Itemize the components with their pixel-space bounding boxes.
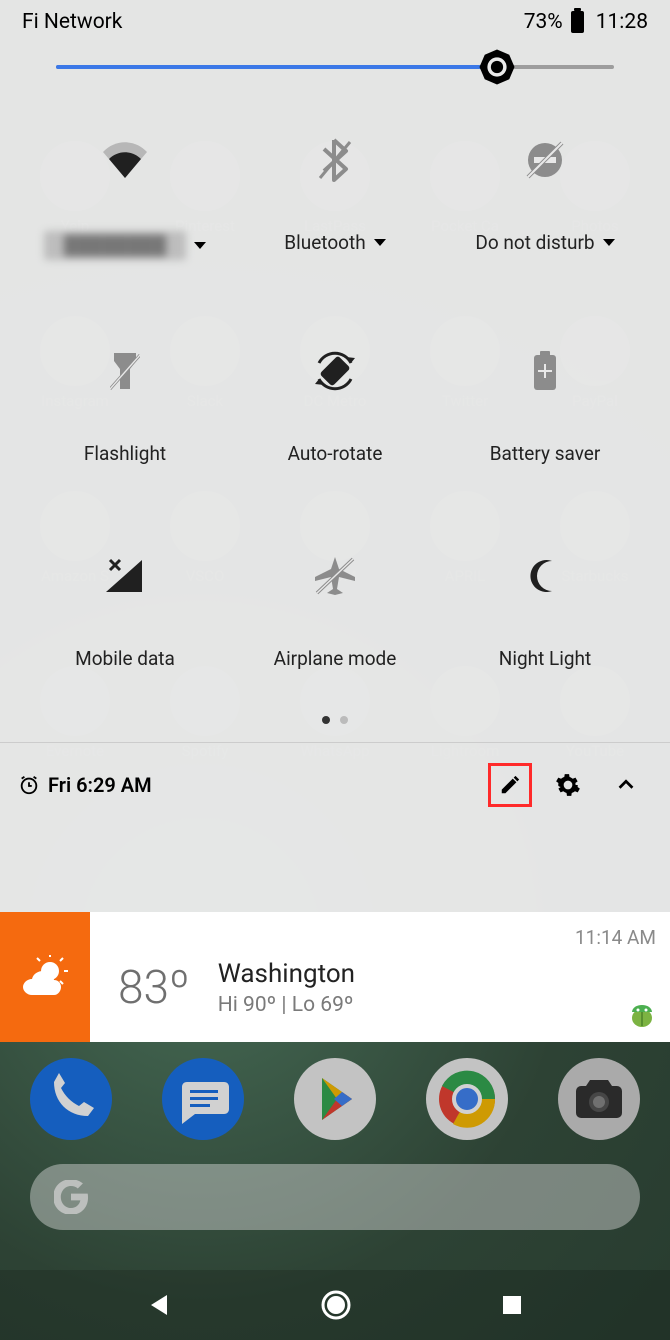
qs-tile-label: Battery saver — [490, 442, 601, 465]
qs-tile-autorotate[interactable]: Auto-rotate — [230, 350, 440, 465]
weather-city: Washington — [218, 959, 355, 989]
qs-tile-label: Airplane mode — [274, 647, 397, 670]
weather-app-icon-area — [0, 912, 90, 1042]
mobile-data-icon — [104, 556, 146, 596]
chrome-icon[interactable] — [426, 1058, 508, 1140]
alarm-label: Fri 6:29 AM — [48, 773, 152, 797]
page-indicator — [0, 710, 670, 742]
google-g-icon — [54, 1180, 88, 1214]
status-clock: 11:28 — [596, 10, 648, 34]
qs-tile-label: Flashlight — [84, 442, 166, 465]
battery-saver-icon — [532, 350, 558, 392]
flashlight-off-icon — [110, 349, 140, 393]
weather-notification[interactable]: 11:14 AM 83º Washington Hi 90º | Lo 69º — [0, 912, 670, 1042]
weather-temp: 83º — [118, 961, 190, 1015]
qs-tile-airplane[interactable]: Airplane mode — [230, 555, 440, 670]
qs-tile-label: Bluetooth — [284, 231, 365, 254]
autorotate-icon — [311, 347, 359, 395]
quick-settings-panel: Fi Network 73% 11:28 — [0, 0, 670, 912]
qs-tile-wifi-label: ████████ — [44, 231, 186, 260]
qs-tiles-grid: ████████ Bluetooth — [0, 99, 670, 710]
phone-app-icon[interactable] — [30, 1058, 112, 1140]
airplane-off-icon — [313, 555, 357, 597]
gear-icon — [555, 772, 581, 798]
qs-tile-bluetooth[interactable]: Bluetooth — [230, 139, 440, 260]
qs-tile-night-light[interactable]: Night Light — [440, 555, 650, 670]
android-bug-icon — [628, 1002, 656, 1030]
nav-home-button[interactable] — [319, 1288, 353, 1322]
battery-icon — [571, 11, 584, 33]
collapse-button[interactable] — [604, 763, 648, 807]
qs-tile-label: Mobile data — [75, 647, 175, 670]
notification-time: 11:14 AM — [118, 926, 656, 949]
page-dot — [340, 716, 348, 724]
next-alarm[interactable]: Fri 6:29 AM — [18, 773, 152, 797]
qs-tile-label: Auto-rotate — [288, 442, 383, 465]
qs-tile-label: Do not disturb — [475, 231, 594, 254]
status-bar: Fi Network 73% 11:28 — [0, 0, 670, 40]
weather-sun-cloud-icon — [20, 955, 70, 999]
camera-icon[interactable] — [558, 1058, 640, 1140]
navigation-bar — [0, 1270, 670, 1340]
settings-button[interactable] — [546, 763, 590, 807]
qs-tile-mobile-data[interactable]: Mobile data — [20, 555, 230, 670]
page-dot-active — [322, 716, 330, 724]
chevron-down-icon — [603, 239, 615, 246]
qs-tile-wifi[interactable]: ████████ — [20, 139, 230, 260]
chevron-up-icon — [615, 774, 637, 796]
edit-tiles-button[interactable] — [488, 763, 532, 807]
brightness-fill — [56, 65, 497, 69]
qs-tile-label: Night Light — [499, 647, 591, 670]
brightness-slider[interactable] — [0, 40, 670, 99]
brightness-track — [56, 65, 614, 69]
play-store-icon[interactable] — [294, 1058, 376, 1140]
google-search-bar[interactable] — [30, 1164, 640, 1230]
network-label: Fi Network — [22, 10, 122, 34]
battery-percent: 73% — [524, 10, 563, 34]
qs-tile-flashlight[interactable]: Flashlight — [20, 350, 230, 465]
weather-body: 11:14 AM 83º Washington Hi 90º | Lo 69º — [90, 912, 670, 1042]
bluetooth-off-icon — [318, 138, 352, 182]
qs-tile-battery-saver[interactable]: Battery saver — [440, 350, 650, 465]
nav-recents-button[interactable] — [500, 1293, 524, 1317]
brightness-thumb-icon[interactable] — [476, 46, 518, 88]
messages-app-icon[interactable] — [162, 1058, 244, 1140]
nav-back-button[interactable] — [147, 1292, 173, 1318]
pencil-icon — [499, 774, 521, 796]
alarm-icon — [18, 774, 40, 796]
wifi-icon — [103, 142, 147, 178]
home-dock — [0, 1058, 670, 1230]
chevron-down-icon — [374, 239, 386, 246]
moon-icon — [526, 557, 564, 595]
dnd-off-icon — [524, 139, 566, 181]
qs-tile-dnd[interactable]: Do not disturb — [440, 139, 650, 260]
qs-footer: Fri 6:29 AM — [0, 742, 670, 831]
chevron-down-icon — [194, 242, 206, 249]
weather-hilo: Hi 90º | Lo 69º — [218, 993, 355, 1017]
